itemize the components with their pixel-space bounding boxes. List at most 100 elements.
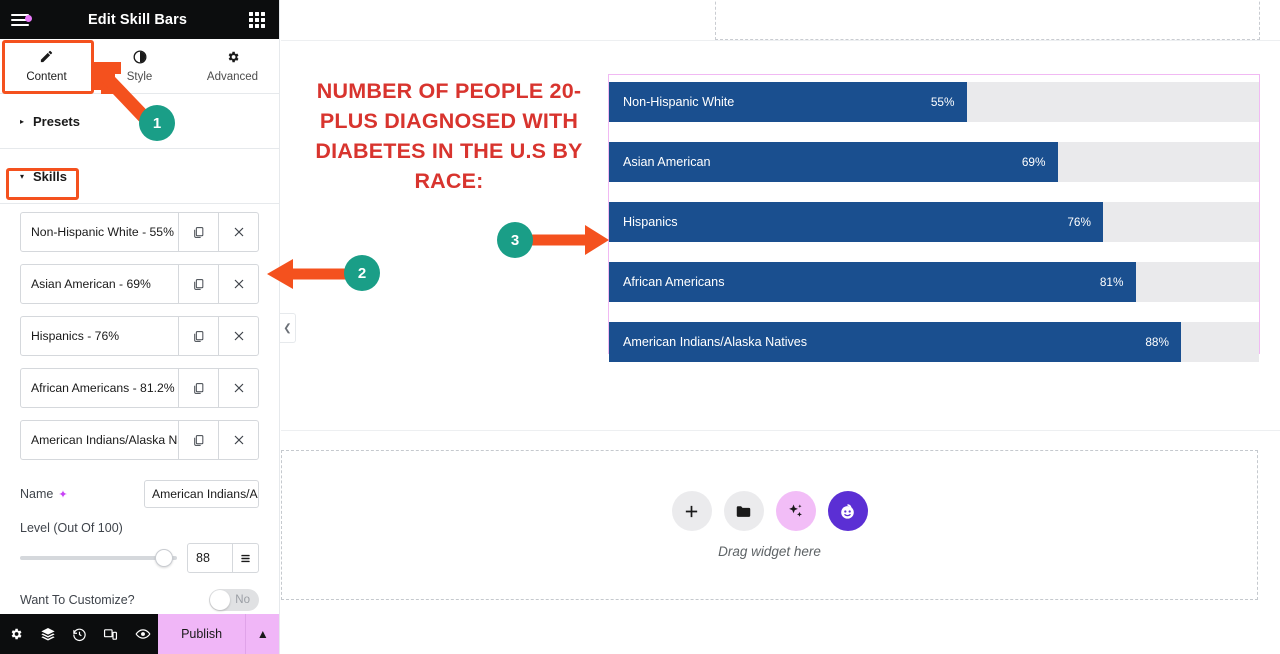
repeater-row-label[interactable]: Asian American - 69% — [21, 265, 178, 303]
preview-eye-icon[interactable] — [127, 614, 159, 654]
skill-bar-row: African Americans 81% — [609, 262, 1259, 302]
history-revisions-icon[interactable] — [63, 614, 95, 654]
field-customize: Want To Customize? No — [20, 573, 259, 611]
annotation-marker-2: 2 — [344, 255, 380, 291]
field-name: Name ✦ American Indians/A — [20, 472, 259, 508]
chevron-up-icon[interactable]: ▲ — [244, 614, 279, 654]
level-control: 88 — [20, 539, 259, 573]
skill-bars-widget[interactable]: Non-Hispanic White 55% Asian American 69… — [608, 74, 1260, 362]
skill-bar-row: Asian American 69% — [609, 142, 1259, 182]
skill-bar-percent: 81% — [1099, 275, 1124, 289]
repeater-row-label[interactable]: African Americans - 81.2% — [21, 369, 178, 407]
drag-widget-dropzone[interactable]: Drag widget here — [281, 450, 1258, 600]
copy-icon[interactable] — [178, 421, 218, 459]
skills-repeater: Non-Hispanic White - 55% Asian American … — [0, 204, 279, 611]
skill-bar-fill: Hispanics 76% — [609, 202, 1103, 242]
customize-toggle[interactable]: No — [209, 589, 259, 611]
annotation-marker-1: 1 — [139, 105, 175, 141]
responsive-mode-icon[interactable] — [95, 614, 127, 654]
skill-bar-fill: Asian American 69% — [609, 142, 1058, 182]
tab-content[interactable]: Content — [0, 39, 93, 93]
section-skills[interactable]: ▾ Skills — [0, 149, 279, 204]
level-number-input[interactable]: 88 — [188, 544, 232, 572]
skill-bar-fill: African Americans 81% — [609, 262, 1136, 302]
dropzone-label: Drag widget here — [718, 544, 821, 559]
dropzone-actions — [671, 491, 868, 531]
gear-icon — [226, 50, 240, 66]
field-level-label: Level (Out Of 100) — [20, 521, 123, 535]
repeater-row-label[interactable]: Hispanics - 76% — [21, 317, 178, 355]
repeater-row[interactable]: Hispanics - 76% — [20, 316, 259, 356]
tab-style[interactable]: Style — [93, 39, 186, 93]
annotation-marker-3: 3 — [497, 222, 533, 258]
layers-navigator-icon[interactable] — [32, 614, 64, 654]
skill-bar-percent: 55% — [930, 95, 955, 109]
chevron-right-icon: ▸ — [20, 116, 25, 126]
panel-title: Edit Skill Bars — [87, 11, 187, 28]
settings-gear-icon[interactable] — [0, 614, 32, 654]
chevron-down-icon: ▾ — [20, 171, 25, 181]
editor-canvas: Number of people 20-plus diagnosed with … — [281, 0, 1280, 654]
chevron-left-icon: ❮ — [283, 322, 292, 334]
section-skills-label: Skills — [33, 168, 67, 184]
repeater-row[interactable]: Non-Hispanic White - 55% — [20, 212, 259, 252]
panel-footer-bar: Publish ▲ — [0, 614, 279, 654]
level-slider[interactable] — [20, 549, 177, 567]
skill-bar-row: Hispanics 76% — [609, 202, 1259, 242]
panel-tabs: Content Style Advanced — [0, 39, 279, 94]
repeater-row[interactable]: Asian American - 69% — [20, 264, 259, 304]
skill-bar-fill: Non-Hispanic White 55% — [609, 82, 967, 122]
us-map-graphic — [976, 0, 1260, 1]
repeater-row-active[interactable]: American Indians/Alaska Na — [20, 420, 259, 460]
repeater-row[interactable]: African Americans - 81.2% — [20, 368, 259, 408]
editor-panel: Edit Skill Bars Content Style Advanced ▸… — [0, 0, 280, 654]
section-headline: Number of people 20-plus diagnosed with … — [315, 79, 583, 193]
panel-collapse-handle[interactable]: ❮ — [280, 313, 296, 343]
close-x-icon[interactable] — [218, 421, 258, 459]
skill-bar-row: Non-Hispanic White 55% — [609, 82, 1259, 122]
units-stack-icon[interactable] — [232, 544, 258, 572]
canvas-section-skillbars[interactable]: Number of people 20-plus diagnosed with … — [281, 41, 1280, 427]
copy-icon[interactable] — [178, 317, 218, 355]
ai-sparkle-icon[interactable]: ✦ — [58, 488, 67, 501]
canvas-section-above[interactable] — [715, 0, 1260, 40]
hamburger-menu-icon[interactable] — [0, 11, 40, 29]
repeater-row-label[interactable]: American Indians/Alaska Na — [21, 421, 178, 459]
field-name-label: Name ✦ — [20, 487, 68, 501]
tab-advanced-label: Advanced — [206, 70, 259, 83]
field-name-text: Name — [20, 487, 54, 501]
close-x-icon[interactable] — [218, 317, 258, 355]
repeater-row-label[interactable]: Non-Hispanic White - 55% — [21, 213, 178, 251]
skill-bar-percent: 69% — [1021, 155, 1046, 169]
close-x-icon[interactable] — [218, 369, 258, 407]
grid-apps-icon[interactable] — [235, 11, 279, 28]
elementor-ai-avatar-icon[interactable] — [827, 491, 868, 531]
tab-advanced[interactable]: Advanced — [186, 39, 279, 93]
name-input[interactable]: American Indians/A — [144, 480, 259, 508]
skill-bar-name: African Americans — [623, 275, 725, 289]
folder-templates-icon[interactable] — [723, 491, 764, 531]
section-presets-label: Presets — [33, 113, 80, 129]
level-slider-knob[interactable] — [155, 549, 174, 567]
level-number-field: 88 — [187, 543, 259, 573]
tab-style-label: Style — [126, 70, 153, 83]
field-customize-label: Want To Customize? — [20, 593, 135, 607]
skill-bar-name: Hispanics — [623, 215, 678, 229]
pencil-icon — [39, 49, 54, 66]
skill-bar-percent: 88% — [1145, 335, 1169, 349]
skill-bar-fill: American Indians/Alaska Natives 88% — [609, 322, 1181, 362]
copy-icon[interactable] — [178, 265, 218, 303]
copy-icon[interactable] — [178, 369, 218, 407]
publish-button[interactable]: Publish — [158, 614, 245, 654]
notification-dot-icon — [25, 14, 32, 22]
skill-bar-name: Non-Hispanic White — [623, 95, 735, 109]
contrast-half-circle-icon — [133, 50, 147, 66]
skill-bar-name: American Indians/Alaska Natives — [623, 335, 808, 349]
section-divider — [281, 430, 1280, 431]
ai-sparkle-icon[interactable] — [775, 491, 816, 531]
toggle-knob — [210, 590, 230, 610]
add-widget-plus-icon[interactable] — [671, 491, 712, 531]
copy-icon[interactable] — [178, 213, 218, 251]
close-x-icon[interactable] — [218, 265, 258, 303]
close-x-icon[interactable] — [218, 213, 258, 251]
